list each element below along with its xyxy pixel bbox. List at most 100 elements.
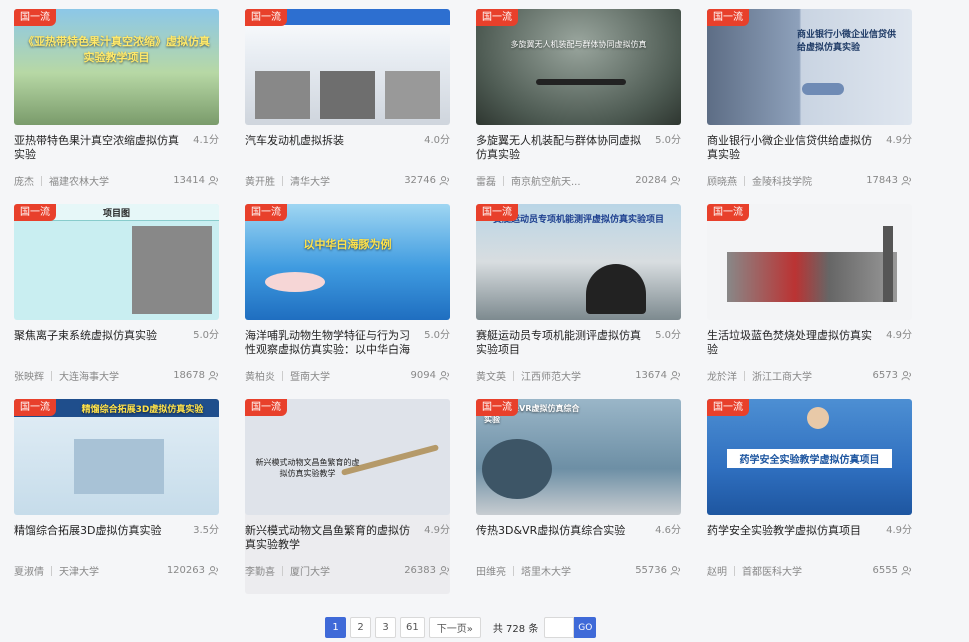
thumbnail-caption: 新兴模式动物文昌鱼繁育的虚拟仿真实验教学	[255, 458, 360, 478]
card-score: 3.5分	[193, 525, 219, 536]
teacher-name: 龙於洋	[707, 372, 737, 383]
experiment-card[interactable]: 国一流 生活垃圾蓝色焚烧处理虚拟仿真实验 4.9分 龙於洋 浙江工商大学 6573	[707, 204, 912, 399]
view-count: 20284	[635, 175, 667, 186]
page-button-last[interactable]: 61	[400, 617, 425, 638]
experiment-card-hovered[interactable]: 国一流 新兴模式动物文昌鱼繁育的虚拟仿真实验教学 新兴模式动物文昌鱼繁育的虚拟仿…	[245, 399, 450, 594]
user-icon	[670, 175, 680, 185]
national-first-class-badge: 国一流	[476, 399, 518, 416]
experiment-card[interactable]: 国一流 以中华白海豚为例 海洋哺乳动物生物学特征与行为习性观察虚拟仿真实验：以中…	[245, 204, 450, 399]
user-icon	[670, 565, 680, 575]
school-name: 福建农林大学	[49, 177, 109, 188]
card-title[interactable]: 汽车发动机虚拟拆装	[245, 134, 417, 148]
card-title[interactable]: 赛艇运动员专项机能测评虚拟仿真实验项目	[476, 329, 648, 357]
view-count: 55736	[635, 565, 667, 576]
card-title[interactable]: 多旋翼无人机装配与群体协同虚拟仿真实验	[476, 134, 648, 162]
experiment-card[interactable]: 国一流 《亚热带特色果汁真空浓缩》虚拟仿真实验教学项目 亚热带特色果汁真空浓缩虚…	[14, 9, 219, 204]
card-score: 4.9分	[424, 525, 450, 536]
page-jump-input[interactable]	[544, 617, 575, 638]
divider	[282, 565, 283, 576]
card-score: 4.6分	[655, 525, 681, 536]
card-thumbnail[interactable]: 国一流	[707, 204, 912, 320]
card-title[interactable]: 海洋哺乳动物生物学特征与行为习性观察虚拟仿真实验：以中华白海豚为例	[245, 329, 417, 357]
total-prefix: 共	[492, 624, 503, 635]
card-score: 4.9分	[886, 330, 912, 341]
thumbnail-caption: 《亚热带特色果汁真空浓缩》虚拟仿真实验教学项目	[23, 35, 210, 64]
user-icon	[901, 370, 911, 380]
card-thumbnail[interactable]: 国一流 传热3D&VR虚拟仿真综合实验	[476, 399, 681, 515]
view-count: 26383	[404, 565, 436, 576]
card-thumbnail[interactable]: 国一流 赛艇运动员专项机能测评虚拟仿真实验项目	[476, 204, 681, 320]
school-name: 首都医科大学	[742, 567, 802, 578]
card-thumbnail[interactable]: 国一流 项目图	[14, 204, 219, 320]
view-count: 18678	[173, 370, 205, 381]
teacher-name: 黄柏炎	[245, 372, 275, 383]
view-count: 120263	[166, 565, 205, 576]
card-title[interactable]: 生活垃圾蓝色焚烧处理虚拟仿真实验	[707, 329, 879, 357]
card-thumbnail[interactable]: 国一流 药学安全实验教学虚拟仿真项目	[707, 399, 912, 515]
card-score: 4.9分	[886, 525, 912, 536]
card-thumbnail[interactable]: 国一流 精馏综合拓展3D虚拟仿真实验	[14, 399, 219, 515]
next-page-button[interactable]: 下一页»	[428, 617, 481, 638]
user-icon	[439, 565, 449, 575]
experiment-card[interactable]: 国一流 商业银行小微企业信贷供给虚拟仿真实验 商业银行小微企业信贷供给虚拟仿真实…	[707, 9, 912, 204]
card-title[interactable]: 新兴模式动物文昌鱼繁育的虚拟仿真实验教学	[245, 524, 417, 552]
card-title[interactable]: 亚热带特色果汁真空浓缩虚拟仿真实验	[14, 134, 186, 162]
thumbnail-caption: 多旋翼无人机装配与群体协同虚拟仿真	[510, 40, 647, 49]
thumbnail-image-block	[385, 71, 440, 119]
user-icon	[439, 370, 449, 380]
experiment-card[interactable]: 国一流 药学安全实验教学虚拟仿真项目 药学安全实验教学虚拟仿真项目 4.9分 赵明…	[707, 399, 912, 594]
total-number: 728	[506, 624, 526, 635]
thumbnail-image-block	[320, 71, 375, 119]
go-button[interactable]: GO	[574, 617, 597, 638]
card-title[interactable]: 药学安全实验教学虚拟仿真项目	[707, 524, 879, 538]
experiment-card[interactable]: 国一流 精馏综合拓展3D虚拟仿真实验 精馏综合拓展3D虚拟仿真实验 3.5分 夏淑…	[14, 399, 219, 594]
national-first-class-badge: 国一流	[476, 9, 518, 26]
experiment-card[interactable]: 国一流 多旋翼无人机装配与群体协同虚拟仿真 多旋翼无人机装配与群体协同虚拟仿真实…	[476, 9, 681, 204]
card-title[interactable]: 传热3D&VR虚拟仿真综合实验	[476, 524, 648, 538]
experiment-card[interactable]: 国一流 传热3D&VR虚拟仿真综合实验 传热3D&VR虚拟仿真综合实验 4.6分 …	[476, 399, 681, 594]
national-first-class-badge: 国一流	[476, 204, 518, 221]
card-score: 4.9分	[886, 135, 912, 146]
card-score: 5.0分	[655, 135, 681, 146]
teacher-name: 李勤喜	[245, 567, 275, 578]
page-button-1[interactable]: 1	[325, 617, 346, 638]
card-title[interactable]: 商业银行小微企业信贷供给虚拟仿真实验	[707, 134, 879, 162]
school-name: 金陵科技学院	[752, 177, 812, 188]
teacher-name: 夏淑倩	[14, 567, 44, 578]
experiment-card[interactable]: 国一流 项目图 聚焦离子束系统虚拟仿真实验 5.0分 张映辉 大连海事大学 18678	[14, 204, 219, 399]
national-first-class-badge: 国一流	[245, 399, 287, 416]
divider	[744, 370, 745, 381]
total-suffix: 条	[528, 624, 539, 635]
national-first-class-badge: 国一流	[245, 204, 287, 221]
view-count: 13414	[173, 175, 205, 186]
view-count: 17843	[866, 175, 898, 186]
user-icon	[670, 370, 680, 380]
thumbnail-caption: 精馏综合拓展3D虚拟仿真实验	[81, 405, 204, 415]
divider	[744, 175, 745, 186]
experiment-card[interactable]: 国一流 汽车发动机虚拟拆装 4.0分 黄开胜 清华大学 32746	[245, 9, 450, 204]
card-thumbnail[interactable]: 国一流 以中华白海豚为例	[245, 204, 450, 320]
school-name: 大连海事大学	[59, 372, 119, 383]
card-thumbnail[interactable]: 国一流 《亚热带特色果汁真空浓缩》虚拟仿真实验教学项目	[14, 9, 219, 125]
card-thumbnail[interactable]: 国一流	[245, 9, 450, 125]
school-name: 浙江工商大学	[752, 372, 812, 383]
user-icon	[208, 175, 218, 185]
national-first-class-badge: 国一流	[14, 9, 56, 26]
card-score: 5.0分	[424, 330, 450, 341]
card-title[interactable]: 精馏综合拓展3D虚拟仿真实验	[14, 524, 186, 538]
teacher-name: 张映辉	[14, 372, 44, 383]
page-button-2[interactable]: 2	[350, 617, 371, 638]
card-title[interactable]: 聚焦离子束系统虚拟仿真实验	[14, 329, 186, 343]
card-thumbnail[interactable]: 国一流 新兴模式动物文昌鱼繁育的虚拟仿真实验教学	[245, 399, 450, 515]
divider	[51, 370, 52, 381]
national-first-class-badge: 国一流	[707, 204, 749, 221]
experiment-card[interactable]: 国一流 赛艇运动员专项机能测评虚拟仿真实验项目 赛艇运动员专项机能测评虚拟仿真实…	[476, 204, 681, 399]
card-thumbnail[interactable]: 国一流 商业银行小微企业信贷供给虚拟仿真实验	[707, 9, 912, 125]
card-score: 5.0分	[193, 330, 219, 341]
school-name: 暨南大学	[290, 372, 330, 383]
page-button-3[interactable]: 3	[375, 617, 396, 638]
card-thumbnail[interactable]: 国一流 多旋翼无人机装配与群体协同虚拟仿真	[476, 9, 681, 125]
divider	[282, 175, 283, 186]
school-name: 清华大学	[290, 177, 330, 188]
thumbnail-caption: 药学安全实验教学虚拟仿真项目	[727, 449, 892, 468]
